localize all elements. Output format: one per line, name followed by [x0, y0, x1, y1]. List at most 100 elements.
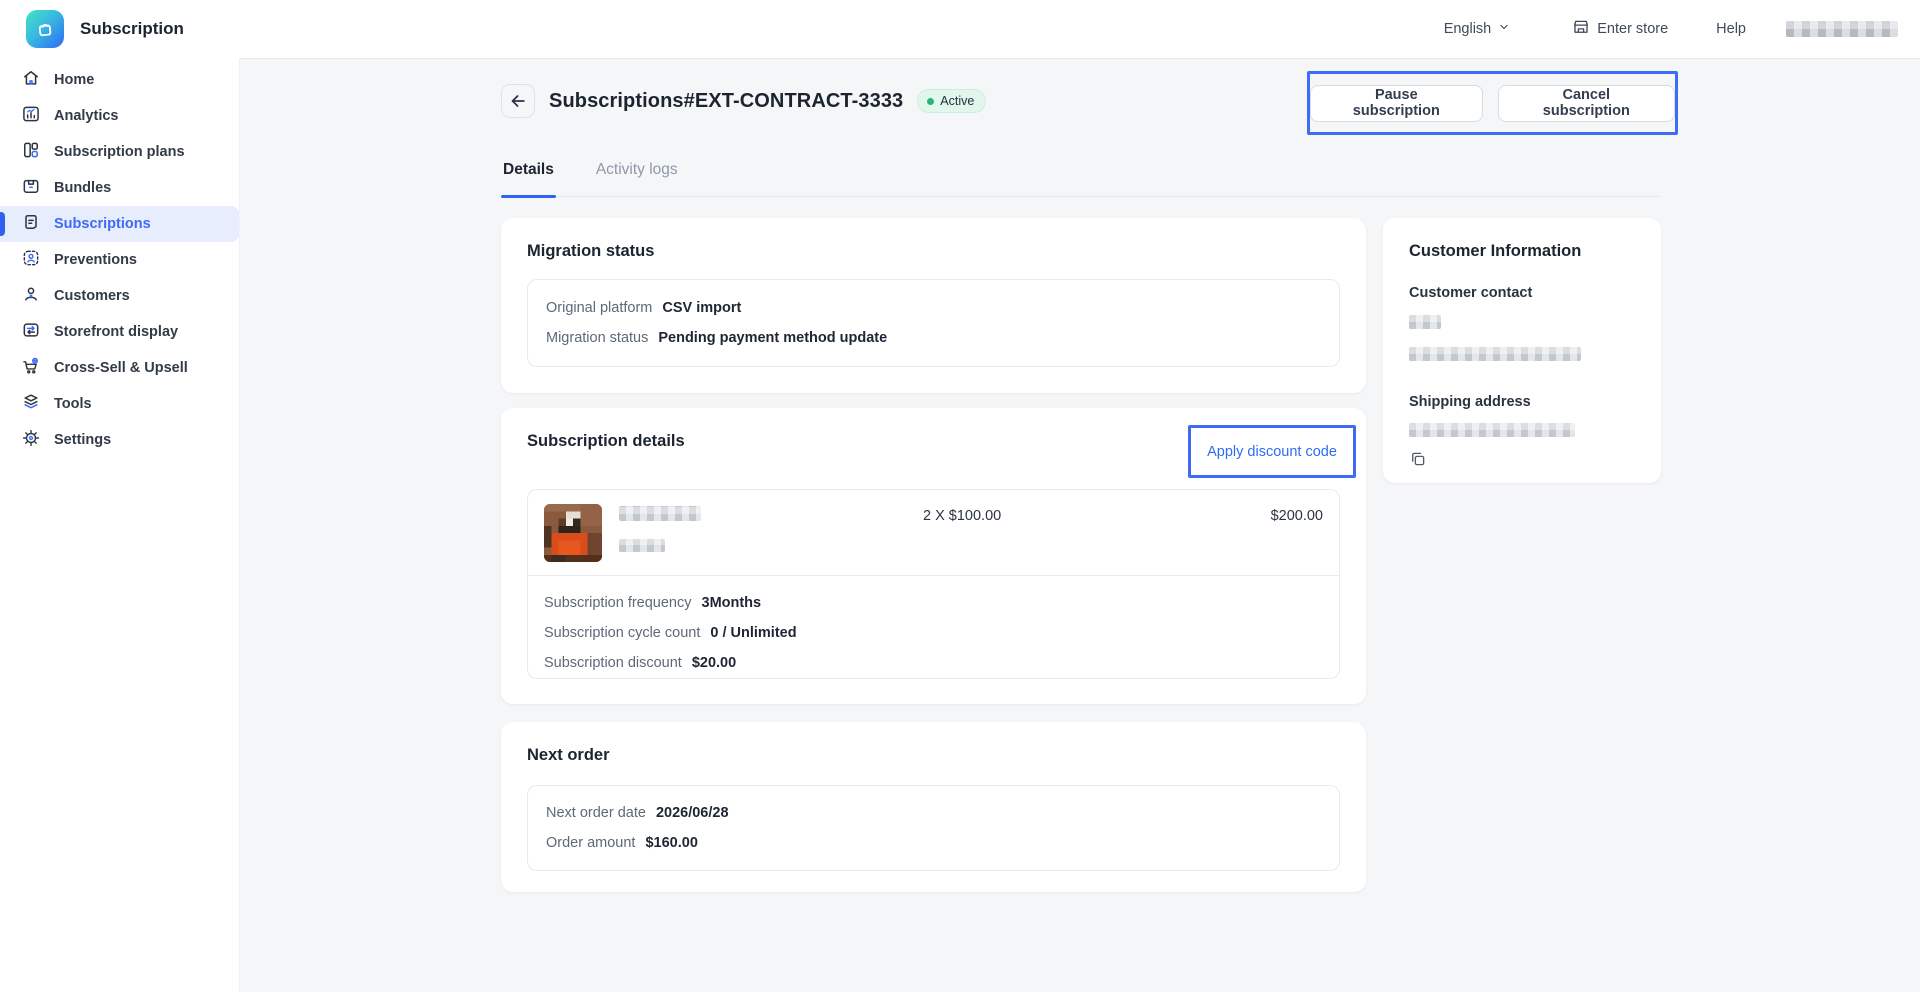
shipping-address-heading: Shipping address	[1409, 394, 1635, 410]
migration-status-card: Migration status Original platform CSV i…	[501, 218, 1366, 393]
sidebar-item-label: Customers	[54, 288, 130, 304]
kv-label: Subscription cycle count	[544, 618, 700, 648]
kv-label: Subscription discount	[544, 648, 682, 678]
sidebar-item-label: Settings	[54, 432, 111, 448]
customer-name-redacted	[1409, 315, 1441, 329]
copy-address-button[interactable]	[1409, 450, 1427, 468]
kv-label: Migration status	[546, 323, 648, 353]
cross-sell-icon	[21, 356, 41, 380]
sidebar-item-cross-sell[interactable]: Cross-Sell & Upsell	[0, 350, 239, 386]
annotation-box-subscription-actions: Pause subscription Cancel subscription	[1307, 71, 1678, 135]
next-order-card: Next order Next order date 2026/06/28 Or…	[501, 722, 1366, 892]
subscriptions-icon	[21, 212, 41, 236]
pause-subscription-button[interactable]: Pause subscription	[1310, 85, 1483, 122]
help-label: Help	[1716, 21, 1746, 37]
sidebar: Home Analytics Subscription plans Bundle…	[0, 58, 240, 992]
sidebar-item-label: Bundles	[54, 180, 111, 196]
product-total: $200.00	[1153, 504, 1323, 524]
product-name-redacted	[619, 506, 701, 521]
sidebar-item-label: Home	[54, 72, 94, 88]
tools-icon	[21, 392, 41, 416]
app-title: Subscription	[80, 19, 184, 39]
storefront-display-icon	[21, 320, 41, 344]
status-badge-label: Active	[940, 94, 974, 108]
tab-details[interactable]: Details	[501, 155, 556, 196]
language-selector[interactable]: English	[1444, 21, 1511, 37]
kv-row-discount: Subscription discount $20.00	[544, 648, 1323, 678]
kv-row-order-amount: Order amount $160.00	[546, 828, 1321, 858]
kv-value: $160.00	[645, 828, 697, 858]
apply-discount-code-link[interactable]: Apply discount code	[1207, 444, 1337, 460]
account-name-redacted[interactable]	[1786, 21, 1898, 37]
tab-bar: Details Activity logs	[501, 155, 1660, 197]
topbar: Subscription English Enter store Help	[0, 0, 1920, 58]
sidebar-item-label: Subscriptions	[54, 216, 151, 232]
customer-information-card: Customer Information Customer contact Sh…	[1383, 218, 1661, 483]
enter-store-button[interactable]: Enter store	[1572, 18, 1668, 40]
subscription-plans-icon	[21, 140, 41, 164]
tab-activity-logs[interactable]: Activity logs	[594, 155, 680, 196]
shipping-address-redacted	[1409, 423, 1575, 437]
kv-row-cycle-count: Subscription cycle count 0 / Unlimited	[544, 618, 1323, 648]
help-link[interactable]: Help	[1716, 21, 1746, 37]
page-header: Subscriptions#EXT-CONTRACT-3333 Active	[549, 84, 986, 118]
sidebar-item-analytics[interactable]: Analytics	[0, 98, 239, 134]
sidebar-item-storefront-display[interactable]: Storefront display	[0, 314, 239, 350]
product-qty-price: 2 X $100.00	[923, 504, 1153, 524]
sidebar-item-customers[interactable]: Customers	[0, 278, 239, 314]
app-logo-icon	[26, 10, 64, 48]
sidebar-item-tools[interactable]: Tools	[0, 386, 239, 422]
card-title: Migration status	[527, 242, 1340, 261]
kv-label: Next order date	[546, 798, 646, 828]
status-dot-icon	[927, 98, 934, 105]
language-label: English	[1444, 21, 1492, 37]
next-order-box: Next order date 2026/06/28 Order amount …	[527, 785, 1340, 871]
sidebar-item-preventions[interactable]: Preventions	[0, 242, 239, 278]
kv-row-frequency: Subscription frequency 3Months	[544, 588, 1323, 618]
card-title: Customer Information	[1409, 242, 1635, 261]
storefront-icon	[1572, 18, 1590, 40]
sidebar-item-label: Tools	[54, 396, 92, 412]
copy-icon	[1409, 450, 1427, 468]
product-row: 2 X $100.00 $200.00	[528, 490, 1339, 575]
page-title: Subscriptions#EXT-CONTRACT-3333	[549, 90, 903, 113]
sidebar-item-label: Preventions	[54, 252, 137, 268]
migration-status-box: Original platform CSV import Migration s…	[527, 279, 1340, 367]
sidebar-item-subscription-plans[interactable]: Subscription plans	[0, 134, 239, 170]
sidebar-item-bundles[interactable]: Bundles	[0, 170, 239, 206]
kv-row-next-order-date: Next order date 2026/06/28	[546, 798, 1321, 828]
cancel-subscription-button[interactable]: Cancel subscription	[1498, 85, 1675, 122]
back-button[interactable]	[501, 84, 535, 118]
sidebar-item-settings[interactable]: Settings	[0, 422, 239, 458]
product-image	[544, 504, 602, 562]
kv-row-migration-status: Migration status Pending payment method …	[546, 323, 1321, 353]
status-badge: Active	[917, 89, 986, 113]
arrow-left-icon	[508, 91, 528, 111]
kv-value: 3Months	[702, 588, 762, 618]
settings-icon	[21, 428, 41, 452]
kv-value: 2026/06/28	[656, 798, 729, 828]
kv-value: CSV import	[662, 293, 741, 323]
app-brand: Subscription	[0, 10, 184, 48]
customer-contact-heading: Customer contact	[1409, 285, 1635, 301]
sidebar-item-label: Subscription plans	[54, 144, 185, 160]
kv-value: $20.00	[692, 648, 736, 678]
kv-label: Original platform	[546, 293, 652, 323]
sidebar-item-subscriptions[interactable]: Subscriptions	[0, 206, 239, 242]
sidebar-item-label: Analytics	[54, 108, 118, 124]
analytics-icon	[21, 104, 41, 128]
customer-email-redacted	[1409, 347, 1581, 361]
subscription-detail-rows: Subscription frequency 3Months Subscript…	[528, 576, 1339, 678]
enter-store-label: Enter store	[1597, 21, 1668, 37]
annotation-box-apply-discount: Apply discount code	[1188, 425, 1356, 478]
bundles-icon	[21, 176, 41, 200]
sidebar-item-label: Cross-Sell & Upsell	[54, 360, 188, 376]
preventions-icon	[21, 248, 41, 272]
subscription-details-card: Subscription details Apply discount code	[501, 408, 1366, 704]
sidebar-item-label: Storefront display	[54, 324, 178, 340]
kv-label: Order amount	[546, 828, 635, 858]
card-title: Next order	[527, 746, 1340, 765]
kv-value: 0 / Unlimited	[710, 618, 796, 648]
sidebar-item-home[interactable]: Home	[0, 62, 239, 98]
customers-icon	[21, 284, 41, 308]
